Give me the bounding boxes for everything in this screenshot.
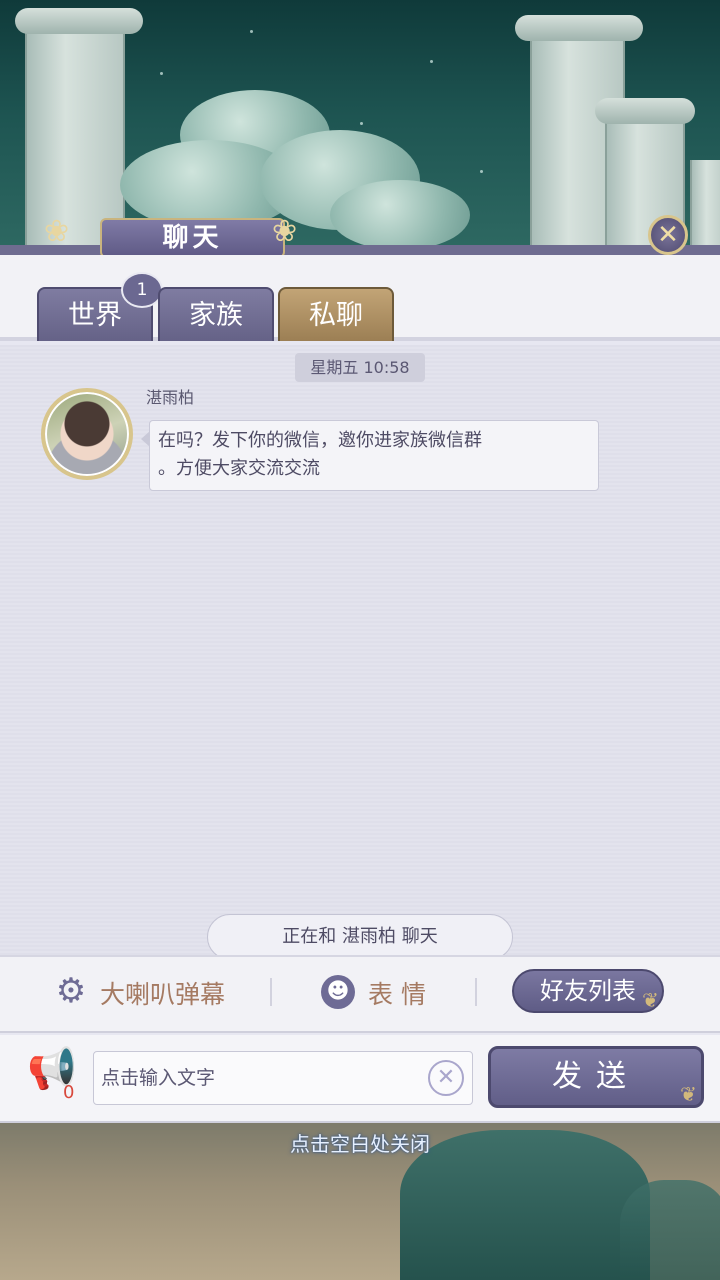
smile-icon[interactable]: ☻ bbox=[321, 975, 355, 1009]
close-hint[interactable]: 点击空白处关闭 bbox=[0, 1128, 720, 1157]
star bbox=[160, 72, 163, 75]
message-text-line: 在吗？发下你的微信，邀你进家族微信群 bbox=[158, 430, 482, 451]
scroll-decoration bbox=[595, 98, 695, 124]
clear-input-icon[interactable]: ✕ bbox=[428, 1060, 464, 1096]
star bbox=[360, 122, 363, 125]
horn-count: 0 bbox=[63, 1082, 75, 1103]
divider bbox=[475, 978, 477, 1006]
scroll-decoration bbox=[15, 8, 143, 34]
leaf-ornament-icon: ❦ bbox=[642, 988, 659, 1012]
chat-status-pill: 正在和 湛雨柏 聊天 bbox=[207, 914, 513, 960]
send-button[interactable]: 发送 bbox=[488, 1046, 704, 1108]
flower-ornament-icon: ❀ bbox=[44, 214, 70, 249]
danmu-button[interactable]: 大喇叭弹幕 bbox=[100, 975, 225, 1011]
scroll-decoration bbox=[515, 15, 643, 41]
flower-ornament-icon: ❀ bbox=[272, 214, 298, 249]
divider bbox=[270, 978, 272, 1006]
gear-icon[interactable]: ⚙ bbox=[55, 974, 87, 1008]
tab-family[interactable]: 家族 bbox=[158, 287, 274, 341]
scroll-decoration bbox=[690, 160, 720, 250]
message-timestamp: 星期五 10:58 bbox=[295, 353, 425, 382]
sender-name: 湛雨柏 bbox=[146, 388, 195, 407]
close-button[interactable]: ✕ bbox=[648, 215, 688, 255]
star bbox=[430, 60, 433, 63]
message-bubble[interactable]: 在吗？发下你的微信，邀你进家族微信群 。方便大家交流交流 bbox=[141, 420, 599, 491]
panel-title: 聊天 bbox=[100, 218, 285, 258]
sender-avatar[interactable] bbox=[41, 388, 133, 480]
tree-decoration bbox=[330, 180, 470, 250]
star bbox=[250, 30, 253, 33]
mountain-decoration bbox=[620, 1180, 720, 1280]
leaf-ornament-icon: ❦ bbox=[680, 1082, 697, 1106]
message-input[interactable]: 点击输入文字 bbox=[93, 1051, 473, 1105]
star bbox=[480, 170, 483, 173]
unread-badge: 1 bbox=[121, 272, 163, 308]
tab-private-chat[interactable]: 私聊 bbox=[278, 287, 394, 341]
scroll-decoration bbox=[25, 20, 125, 250]
message-text-line: 。方便大家交流交流 bbox=[158, 458, 320, 479]
emoji-button[interactable]: 表情 bbox=[368, 975, 434, 1011]
message-input-placeholder: 点击输入文字 bbox=[101, 1067, 216, 1089]
close-icon: ✕ bbox=[657, 220, 679, 250]
